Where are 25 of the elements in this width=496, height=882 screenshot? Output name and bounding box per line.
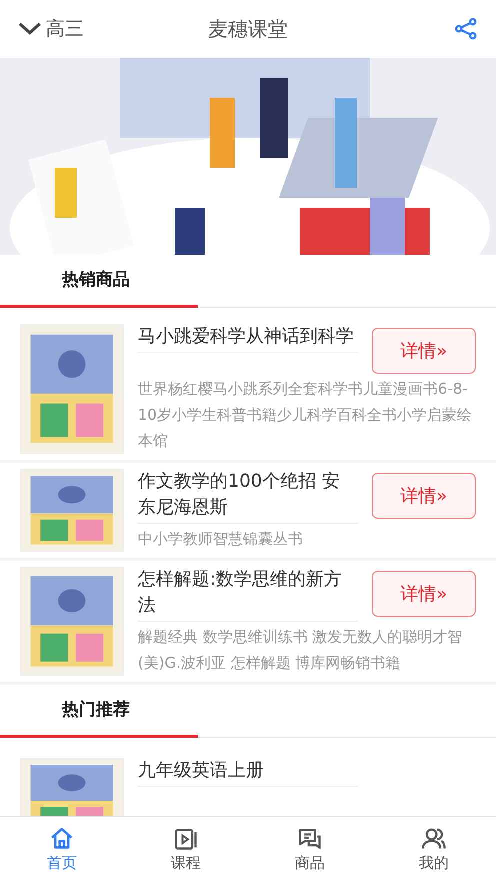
product-title: 作文教学的100个绝招 安东尼海恩斯 (138, 469, 358, 524)
details-button[interactable]: 详情» (372, 571, 476, 617)
section-title: 热门推荐 (62, 699, 130, 721)
grade-selector[interactable]: 高三 (46, 16, 84, 42)
product-card[interactable]: 作文教学的100个绝招 安东尼海恩斯 详情» 中小学教师智慧锦囊丛书 (0, 463, 496, 561)
tab-item[interactable]: 我的 (372, 817, 496, 882)
page-title: 麦穗课堂 (208, 16, 288, 42)
share-icon[interactable] (454, 17, 478, 41)
product-card[interactable]: 马小跳爱科学从神话到科学 详情» 世界杨红樱马小跳系列全套科学书儿童漫画书6-8-10岁小学生科普书籍少儿科学百科全书小学启蒙绘本馆 (0, 318, 496, 463)
product-card[interactable]: 怎样解题:数学思维的新方法 详情» 解题经典 数学思维训练书 激发无数人的聪明才智 (美)G.波利亚 怎样解题 博库网畅销书籍 (0, 561, 496, 685)
tab-item[interactable]: 课程 (124, 817, 248, 882)
chevron-down-icon[interactable] (18, 22, 42, 36)
tab-item[interactable]: 首页 (0, 817, 124, 882)
details-button[interactable]: 详情» (372, 473, 476, 519)
tab-item[interactable]: 商品 (248, 817, 372, 882)
home-icon (49, 826, 75, 852)
section-title: 热销商品 (62, 269, 130, 291)
people-icon (421, 826, 447, 852)
product-title: 怎样解题:数学思维的新方法 (138, 567, 358, 622)
product-description: 世界杨红樱马小跳系列全套科学书儿童漫画书6-8-10岁小学生科普书籍少儿科学百科全书小学启蒙绘本馆 (138, 379, 474, 452)
product-description: 解题经典 数学思维训练书 激发无数人的聪明才智 (美)G.波利亚 怎样解题 博库网畅销书籍 (138, 627, 464, 674)
product-title: 九年级英语上册 (138, 758, 358, 787)
details-button[interactable]: 详情» (372, 328, 476, 374)
product-title: 马小跳爱科学从神话到科学 (138, 324, 358, 353)
product-description: 中小学教师智慧锦囊丛书 (138, 529, 304, 550)
